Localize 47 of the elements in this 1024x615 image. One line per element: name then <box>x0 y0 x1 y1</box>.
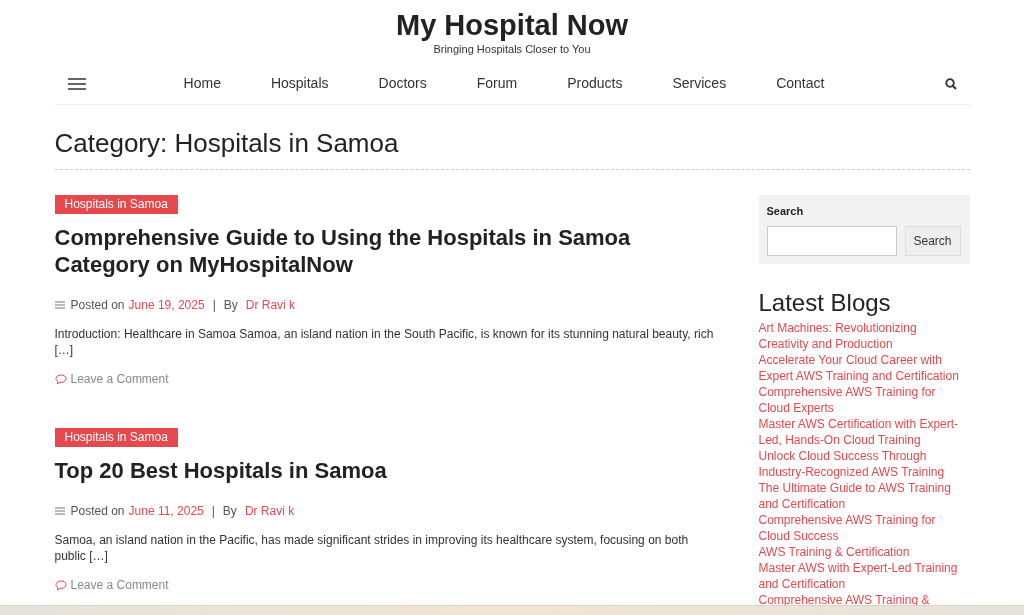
blog-link[interactable]: AWS Training & Certification <box>758 543 970 560</box>
category-tag[interactable]: Hospitals in Samoa <box>54 428 178 447</box>
by-label: By <box>222 503 237 520</box>
menu-icon[interactable] <box>67 77 86 90</box>
posted-label: Posted on <box>70 297 125 314</box>
post-date[interactable]: June 19, 2025 <box>128 296 205 314</box>
blog-link[interactable]: Art Machines: Revolutionizing Creativity and Production <box>758 319 970 352</box>
nav-link[interactable]: Products <box>567 73 623 94</box>
search-icon[interactable] <box>944 77 957 90</box>
post-excerpt: Introduction: Healthcare in Samoa Samoa, an island nation in the South Pacific, is known for its stunning natural beauty, rich […] <box>54 326 715 358</box>
meta-separator: | <box>211 503 215 520</box>
category-tag[interactable]: Hospitals in Samoa <box>54 195 178 214</box>
blog-link[interactable]: Master AWS Certification with Expert-Led, Hands-On Cloud Training <box>758 415 970 448</box>
blog-link[interactable]: Master AWS with Expert-Led Training and Certification <box>758 559 970 592</box>
posted-label: Posted on <box>70 503 125 520</box>
blog-link[interactable]: Accelerate Your Cloud Career with Expert AWS Training and Certification <box>758 351 970 384</box>
nav-link[interactable]: Doctors <box>378 73 427 94</box>
post-title[interactable]: Comprehensive Guide to Using the Hospitals in Samoa Category on MyHospitalNow <box>54 224 731 278</box>
nav-link[interactable]: Hospitals <box>270 73 329 94</box>
site-tagline: Bringing Hospitals Closer to You <box>433 42 591 56</box>
post-excerpt: Samoa, an island nation in the Pacific, has made significant strides in improving its healthcare system, focusing on both public […] <box>54 532 690 564</box>
search-button[interactable]: Search <box>904 225 961 256</box>
comment-icon <box>54 373 67 385</box>
blog-link[interactable]: Comprehensive AWS Training for Cloud Experts <box>758 383 970 416</box>
blog-link[interactable]: Comprehensive AWS Training for Cloud Success <box>758 511 970 544</box>
post-title[interactable]: Top 20 Best Hospitals in Samoa <box>54 457 387 484</box>
meta-separator: | <box>212 297 216 314</box>
nav-link[interactable]: Forum <box>476 73 518 94</box>
nav-link[interactable]: Contact <box>776 73 825 94</box>
blog-link[interactable]: The Ultimate Guide to AWS Training and Certification <box>758 479 970 512</box>
menu-icon <box>54 301 65 309</box>
post-author[interactable]: Dr Ravi k <box>245 296 296 314</box>
by-label: By <box>223 297 238 314</box>
post-author[interactable]: Dr Ravi k <box>244 502 295 520</box>
comment-link[interactable]: Leave a Comment <box>70 370 169 388</box>
site-title[interactable]: My Hospital Now <box>396 8 628 42</box>
page-title: Category: Hospitals in Samoa <box>54 127 970 170</box>
blog-link[interactable]: Unlock Cloud Success Through Industry-Recognized AWS Training <box>758 447 970 480</box>
comment-icon <box>54 579 67 591</box>
comment-link[interactable]: Leave a Comment <box>70 576 169 594</box>
nav-link[interactable]: Home <box>183 73 221 94</box>
post-date[interactable]: June 11, 2025 <box>128 502 204 520</box>
sidebar-heading: Latest Blogs <box>758 287 892 318</box>
search-field[interactable] <box>766 225 897 256</box>
nav-link[interactable]: Services <box>672 73 727 94</box>
menu-icon <box>54 507 65 515</box>
search-label: Search <box>766 204 805 219</box>
